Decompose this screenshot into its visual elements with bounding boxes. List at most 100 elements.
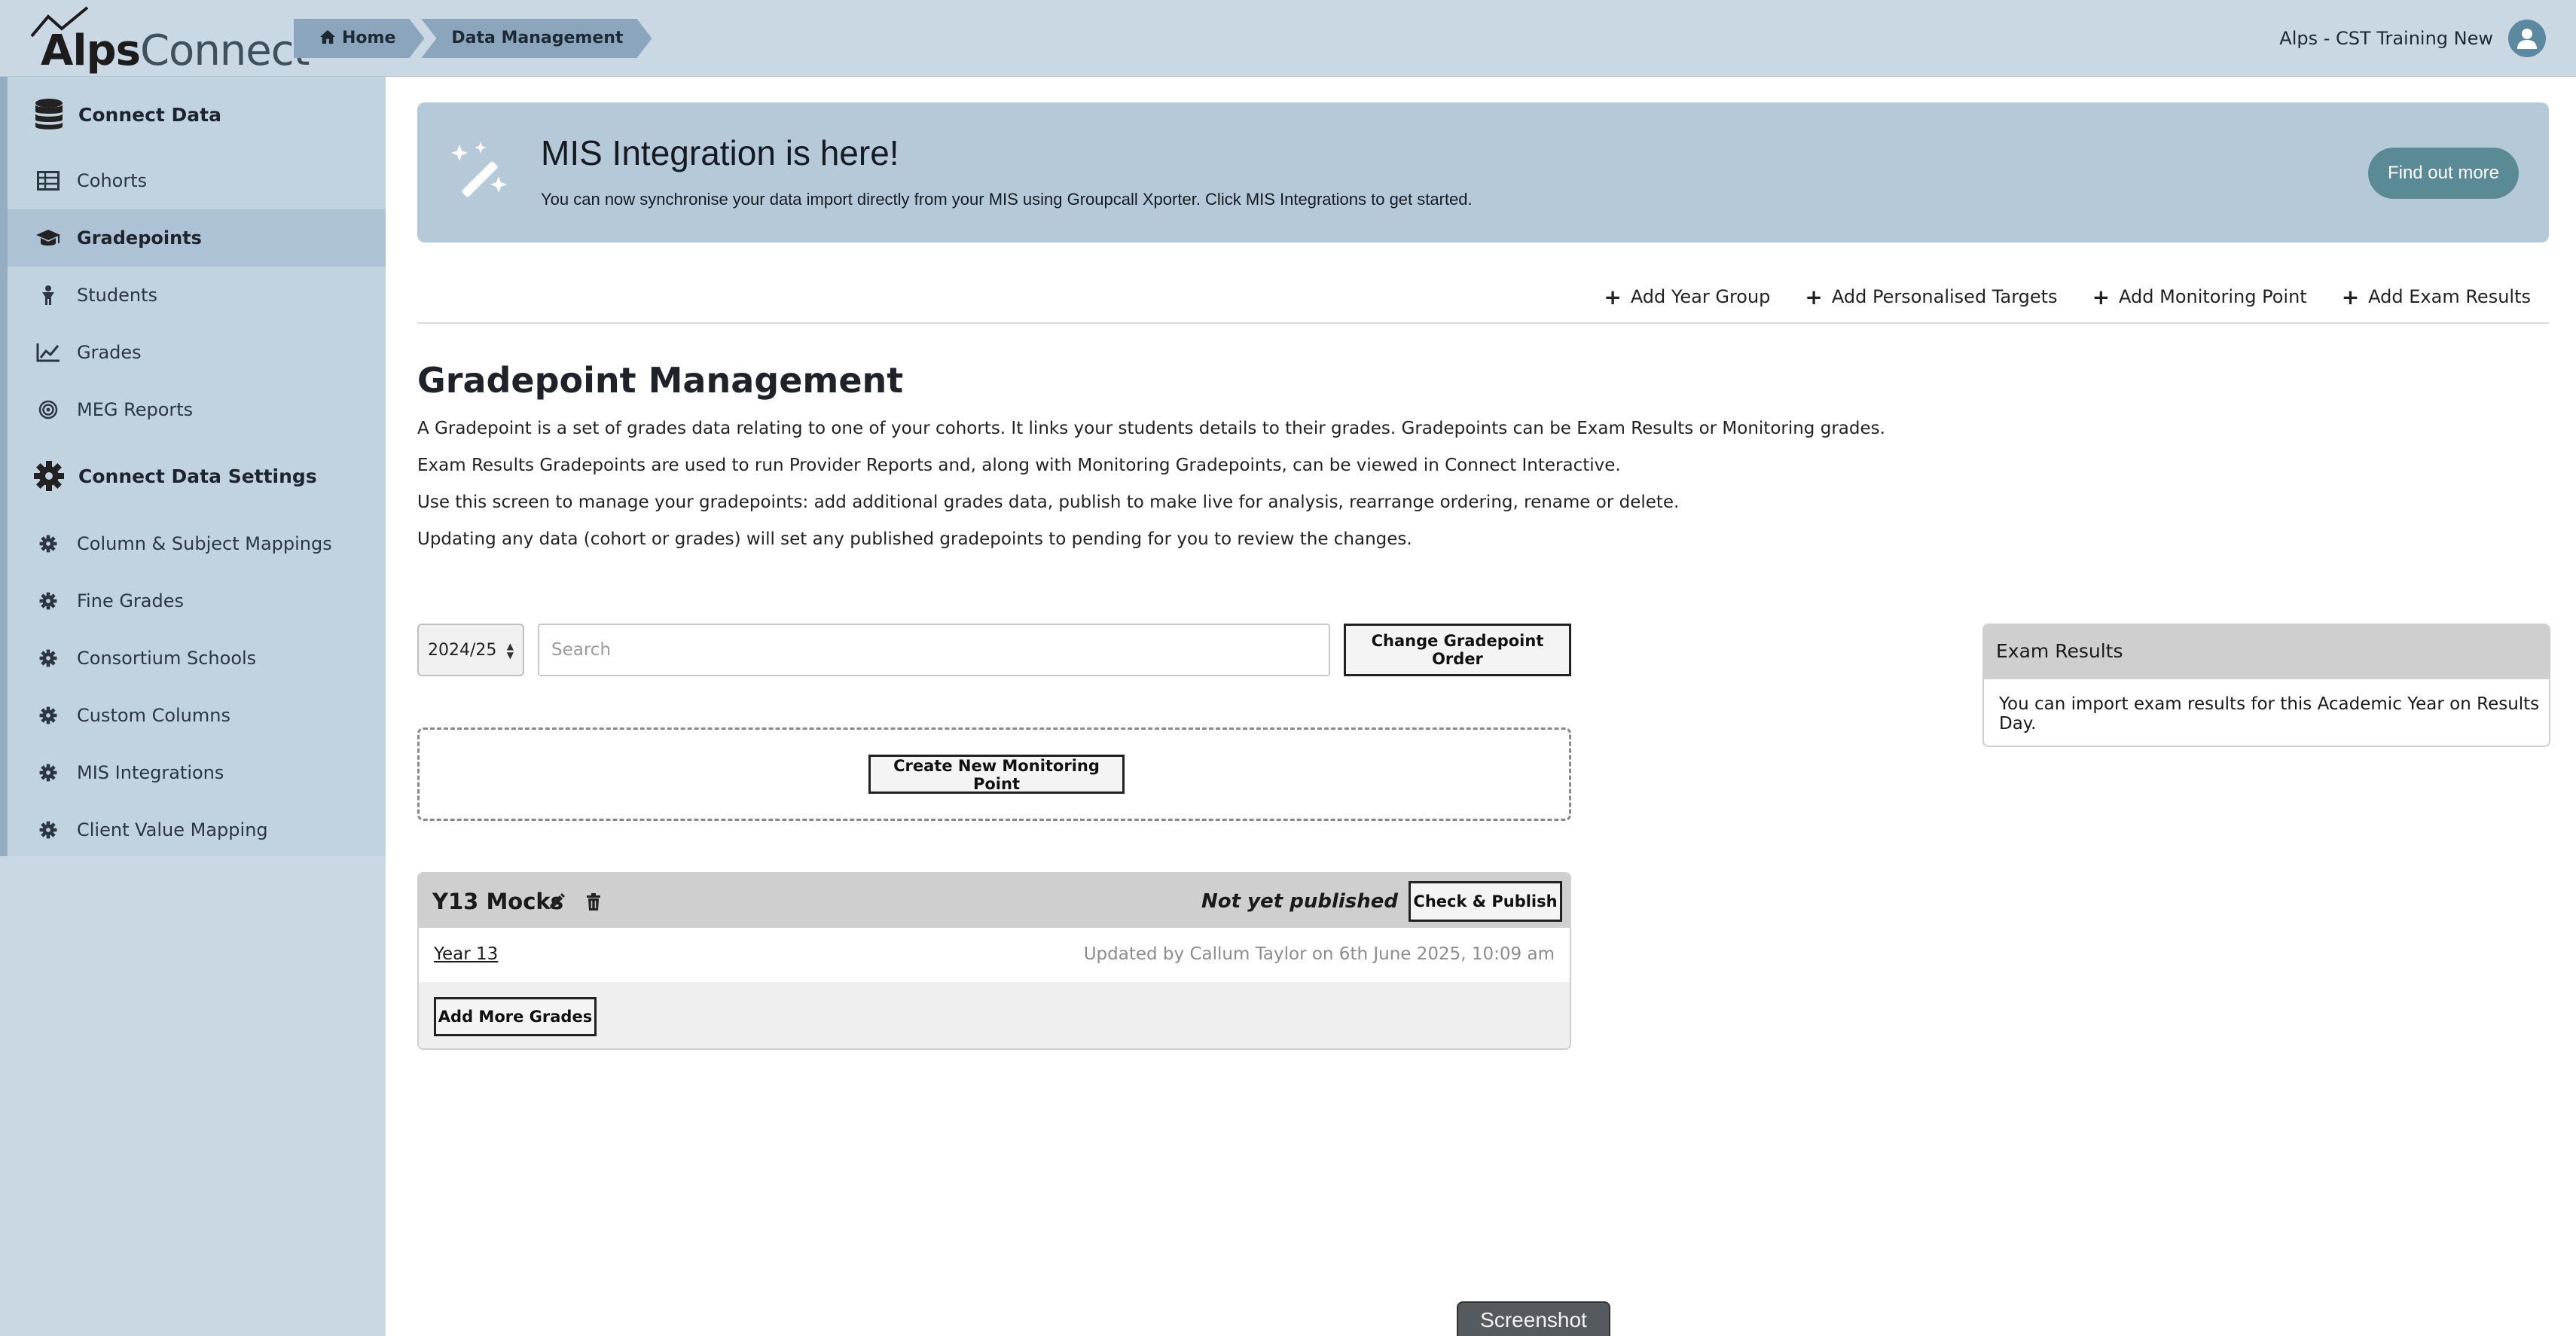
change-gradepoint-order-button[interactable]: Change Gradepoint Order [1344, 624, 1571, 676]
sidebar-item-column-subject-mappings[interactable]: Column & Subject Mappings [8, 515, 386, 572]
gradepoint-card-header: Y13 Mocks Not yet published Check & Publ… [419, 874, 1570, 928]
banner-title: MIS Integration is here! [541, 133, 899, 172]
updated-info: Updated by Callum Taylor on 6th June 202… [1083, 944, 1555, 964]
gear-icon [33, 529, 63, 559]
academic-year-value: 2024/25 [428, 640, 497, 660]
user-icon [2517, 29, 2537, 49]
sidebar-heading-connect-data-settings[interactable]: Connect Data Settings [8, 447, 386, 505]
description-line: A Gradepoint is a set of grades data rel… [417, 419, 1885, 438]
add-more-grades-button[interactable]: Add More Grades [434, 997, 597, 1036]
description-line: Updating any data (cohort or grades) wil… [417, 529, 1412, 549]
sidebar-item-students[interactable]: Students [8, 267, 386, 324]
gear-icon [32, 459, 66, 493]
create-new-monitoring-point-button[interactable]: Create New Monitoring Point [868, 755, 1125, 794]
plus-icon: + [2341, 284, 2360, 310]
academic-year-select[interactable]: 2024/25 ▲ ▼ [417, 624, 524, 676]
sidebar-item-label: Consortium Schools [77, 648, 257, 669]
create-monitoring-point-dropzone: Create New Monitoring Point [417, 727, 1571, 821]
sidebar-heading-label: Connect Data [78, 103, 221, 126]
add-exam-results-button[interactable]: + Add Exam Results [2342, 285, 2531, 310]
plus-icon: + [2092, 284, 2111, 310]
breadcrumb-home[interactable]: Home [294, 19, 424, 58]
exam-results-panel: Exam Results You can import exam results… [1982, 624, 2550, 747]
sidebar-heading-connect-data[interactable]: Connect Data [8, 86, 386, 143]
sidebar-item-label: Custom Columns [77, 705, 230, 726]
year-13-link[interactable]: Year 13 [434, 944, 498, 964]
add-personalised-targets-button[interactable]: + Add Personalised Targets [1805, 285, 2057, 310]
sidebar-item-meg-reports[interactable]: MEG Reports [8, 381, 386, 438]
sidebar-item-label: Grades [77, 342, 142, 363]
screenshot-button[interactable]: Screenshot [1457, 1301, 1610, 1336]
action-label: Add Exam Results [2368, 286, 2531, 307]
sidebar: Connect Data Cohorts Gradepoints Student… [0, 77, 386, 1336]
top-bar: AlpsConnect Home Data Management Alps - … [0, 0, 2576, 77]
exam-results-title: Exam Results [1984, 625, 2549, 679]
sidebar-item-label: Gradepoints [77, 227, 202, 249]
logo-wordmark: AlpsConnect [41, 29, 310, 74]
sidebar-item-mis-integrations[interactable]: MIS Integrations [8, 744, 386, 801]
breadcrumb-home-label: Home [342, 29, 396, 47]
gradepoint-title: Y13 Mocks [432, 889, 563, 914]
sidebar-item-label: MEG Reports [77, 399, 194, 420]
gradepoint-card-footer: Add More Grades [419, 982, 1570, 1048]
description-line: Use this screen to manage your gradepoin… [417, 493, 1680, 512]
alps-connect-logo[interactable]: AlpsConnect [29, 6, 310, 74]
breadcrumb-current-label: Data Management [451, 29, 624, 47]
find-out-more-button[interactable]: Find out more [2368, 148, 2519, 199]
magic-wand-icon [451, 142, 507, 197]
action-label: Add Year Group [1630, 286, 1771, 307]
sidebar-menu: Connect Data Cohorts Gradepoints Student… [0, 77, 386, 856]
gear-icon [33, 586, 63, 616]
avatar[interactable] [2508, 20, 2546, 57]
plus-icon: + [1805, 284, 1823, 310]
graduation-cap-icon [33, 223, 63, 253]
gradepoint-card: Y13 Mocks Not yet published Check & Publ… [417, 872, 1571, 1050]
sidebar-item-grades[interactable]: Grades [8, 324, 386, 381]
check-and-publish-button[interactable]: Check & Publish [1409, 881, 1562, 922]
sidebar-item-label: Students [77, 285, 157, 306]
gear-icon [33, 643, 63, 673]
select-arrows-icon: ▲ ▼ [506, 641, 514, 660]
breadcrumb-data-management[interactable]: Data Management [421, 19, 652, 58]
user-menu[interactable]: Alps - CST Training New [2279, 20, 2546, 57]
sidebar-item-gradepoints[interactable]: Gradepoints [8, 209, 386, 267]
gradepoint-cohort-row: Year 13 Updated by Callum Taylor on 6th … [419, 928, 1570, 982]
publish-status: Not yet published [1201, 890, 1398, 913]
sidebar-item-label: Cohorts [77, 170, 148, 191]
home-icon [319, 29, 336, 44]
sidebar-item-label: Client Value Mapping [77, 819, 268, 840]
sidebar-item-fine-grades[interactable]: Fine Grades [8, 572, 386, 630]
gear-icon [33, 700, 63, 731]
exam-results-text: You can import exam results for this Aca… [1999, 694, 2540, 734]
table-icon [33, 166, 63, 196]
mis-integration-banner: MIS Integration is here! You can now syn… [417, 102, 2549, 242]
breadcrumb: Home Data Management [294, 19, 652, 58]
action-label: Add Personalised Targets [1831, 286, 2058, 307]
user-name: Alps - CST Training New [2279, 28, 2493, 49]
add-year-group-button[interactable]: + Add Year Group [1604, 285, 1770, 310]
sidebar-heading-label: Connect Data Settings [78, 465, 317, 487]
plus-icon: + [1604, 284, 1622, 310]
gear-icon [33, 815, 63, 845]
add-monitoring-point-button[interactable]: + Add Monitoring Point [2092, 285, 2307, 310]
pencil-icon[interactable] [548, 892, 566, 913]
sidebar-item-custom-columns[interactable]: Custom Columns [8, 687, 386, 744]
description-line: Exam Results Gradepoints are used to run… [417, 456, 1621, 475]
student-icon [33, 280, 63, 310]
target-icon [33, 395, 63, 425]
logo-connect: Connect [139, 26, 310, 75]
gear-icon [33, 758, 63, 788]
sidebar-item-consortium-schools[interactable]: Consortium Schools [8, 630, 386, 687]
trash-icon[interactable] [586, 893, 601, 914]
gradepoint-actions-bar: + Add Year Group + Add Personalised Target… [417, 271, 2549, 324]
action-label: Add Monitoring Point [2119, 286, 2307, 307]
database-icon [32, 97, 66, 132]
search-input[interactable] [538, 624, 1330, 676]
banner-text: You can now synchronise your data import… [541, 190, 1473, 209]
sidebar-item-label: MIS Integrations [77, 762, 224, 783]
sidebar-item-cohorts[interactable]: Cohorts [8, 152, 386, 209]
sidebar-item-label: Column & Subject Mappings [77, 533, 332, 554]
page-title: Gradepoint Management [417, 360, 904, 401]
sidebar-item-client-value-mapping[interactable]: Client Value Mapping [8, 801, 386, 859]
line-chart-icon [33, 337, 63, 368]
